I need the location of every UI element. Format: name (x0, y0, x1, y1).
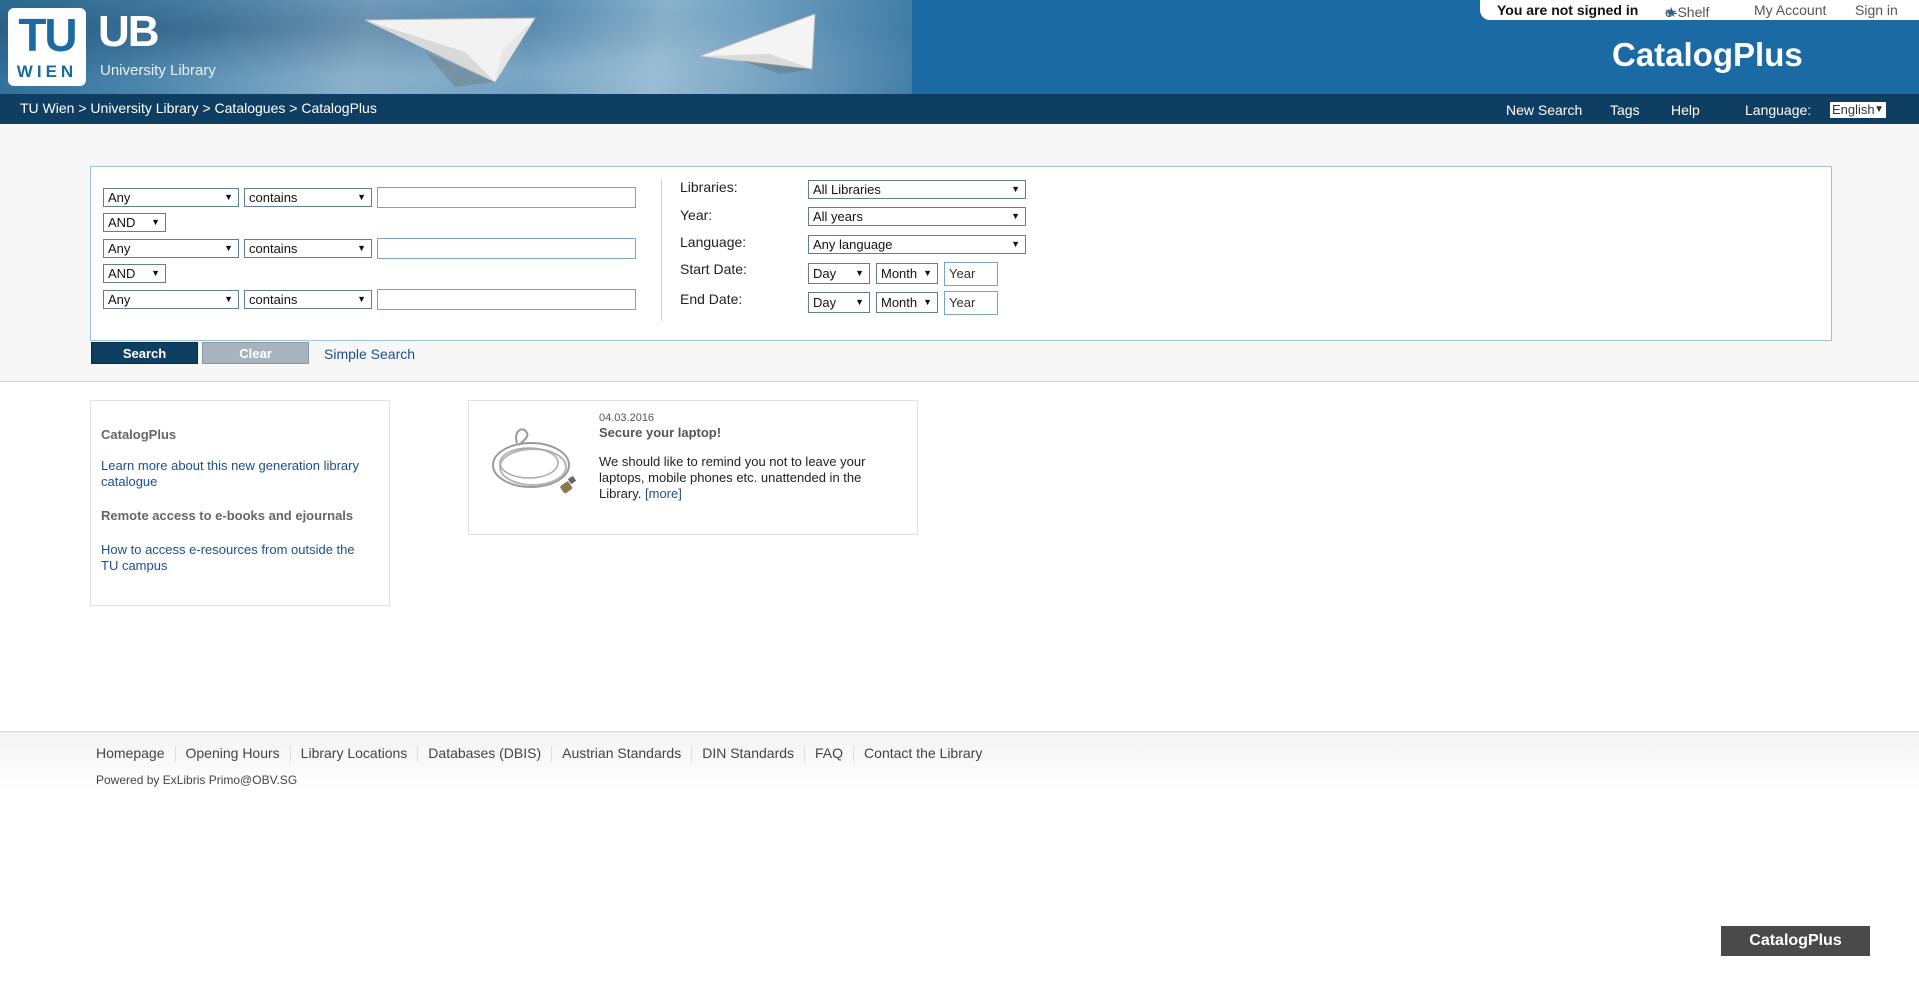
dropdown-arrow-icon: ▼ (923, 268, 932, 278)
dropdown-arrow-icon: ▼ (1011, 211, 1020, 221)
header: TU WIEN UB University Library You are no… (0, 0, 1919, 94)
sign-in-link[interactable]: Sign in (1855, 2, 1898, 18)
news-title: Secure your laptop! (599, 425, 722, 440)
dropdown-arrow-icon: ▼ (224, 243, 233, 253)
feedback-label-em: Feedback (1758, 962, 1833, 979)
search-term-input-1[interactable] (377, 187, 636, 208)
start-date-label: Start Date: (680, 261, 747, 277)
form-divider (661, 179, 662, 321)
language-label: Language: (1745, 102, 1812, 118)
search-field-select-2[interactable]: Any ▼ (103, 239, 239, 258)
footer-link-databases[interactable]: Databases (DBIS) (428, 745, 541, 761)
tags-link[interactable]: Tags (1610, 102, 1640, 118)
remote-access-link[interactable]: How to access e-resources from outside t… (101, 542, 371, 574)
footer-link-opening-hours[interactable]: Opening Hours (186, 745, 280, 761)
paper-plane-left-image (365, 17, 536, 87)
paper-plane-right-image (700, 14, 816, 74)
footer-link-austrian-standards[interactable]: Austrian Standards (562, 745, 681, 761)
footer-link-contact[interactable]: Contact the Library (864, 745, 982, 761)
breadcrumb-item-university-library[interactable]: University Library (90, 100, 198, 116)
advanced-search-form: Any ▼ contains ▼ AND ▼ Any ▼ contains ▼ AND ▼ … (90, 166, 1832, 341)
language-filter-label: Language: (680, 234, 747, 250)
ub-logo-text[interactable]: UB (98, 10, 160, 54)
dropdown-arrow-icon: ▼ (923, 297, 932, 307)
laptop-lock-cable-image (492, 428, 577, 494)
boolean-select-2[interactable]: AND ▼ (103, 264, 166, 283)
start-day-select[interactable]: Day ▼ (808, 263, 870, 284)
language-filter-select[interactable]: Any language ▼ (808, 235, 1026, 254)
navigation-bar: TU Wien > University Library > Catalogue… (0, 94, 1919, 124)
news-panel: 04.03.2016 Secure your laptop! We should… (468, 400, 918, 535)
sign-in-status: You are not signed in (1497, 2, 1639, 18)
user-bar: You are not signed in ★ e-Shelf My Accou… (1480, 0, 1919, 20)
info-panel: CatalogPlus Learn more about this new ge… (90, 400, 390, 606)
clear-button[interactable]: Clear (202, 342, 309, 364)
search-operator-select-2[interactable]: contains ▼ (244, 239, 372, 258)
dropdown-arrow-icon: ▼ (224, 192, 233, 202)
dropdown-arrow-icon: ▼ (357, 294, 366, 304)
breadcrumb-item-catalogplus[interactable]: CatalogPlus (301, 100, 377, 116)
learn-more-link[interactable]: Learn more about this new generation lib… (101, 458, 371, 490)
my-account-link[interactable]: My Account (1754, 2, 1826, 18)
news-more-link[interactable]: [more] (645, 486, 682, 501)
help-link[interactable]: Help (1671, 102, 1700, 118)
end-month-select[interactable]: Month ▼ (876, 292, 938, 313)
search-button[interactable]: Search (91, 342, 198, 364)
chevron-down-icon: ▼ (1874, 104, 1884, 115)
new-search-link[interactable]: New Search (1506, 102, 1582, 118)
breadcrumb-item-catalogues[interactable]: Catalogues (215, 100, 286, 116)
year-select[interactable]: All years ▼ (808, 207, 1026, 226)
dropdown-arrow-icon: ▼ (357, 192, 366, 202)
start-month-select[interactable]: Month ▼ (876, 263, 938, 284)
logo-wien-text: WIEN (16, 62, 78, 81)
libraries-select[interactable]: All Libraries ▼ (808, 180, 1026, 199)
search-operator-select-1[interactable]: contains ▼ (244, 188, 372, 207)
dropdown-arrow-icon: ▼ (357, 243, 366, 253)
powered-by-text: Powered by ExLibris Primo@OBV.SG (96, 773, 298, 787)
search-operator-select-3[interactable]: contains ▼ (244, 290, 372, 309)
start-year-input[interactable]: Year (944, 262, 998, 286)
info-heading-remote-access: Remote access to e-books and ejournals (101, 508, 354, 523)
libraries-label: Libraries: (680, 179, 738, 195)
app-title: CatalogPlus (1612, 36, 1803, 73)
eshelf-label: e-Shelf (1665, 4, 1710, 20)
tu-wien-logo[interactable]: TU WIEN (8, 8, 86, 86)
logo-tu-text: TU (18, 9, 77, 61)
end-date-label: End Date: (680, 291, 743, 307)
language-select-value: English (1832, 102, 1875, 117)
search-term-input-3[interactable] (377, 289, 636, 310)
feedback-button[interactable]: CatalogPlus Feedback (1721, 926, 1870, 979)
end-day-select[interactable]: Day ▼ (808, 292, 870, 313)
dropdown-arrow-icon: ▼ (855, 297, 864, 307)
info-heading-catalogplus: CatalogPlus (101, 427, 177, 442)
footer: Homepage Opening Hours Library Locations Da… (0, 731, 1919, 791)
ub-subtitle: University Library (100, 62, 216, 79)
breadcrumb-item-tu-wien[interactable]: TU Wien (20, 100, 74, 116)
footer-link-faq[interactable]: FAQ (815, 745, 843, 761)
footer-link-homepage[interactable]: Homepage (96, 745, 165, 761)
language-select[interactable]: English ▼ (1830, 102, 1886, 118)
news-body: We should like to remind you not to leav… (599, 454, 904, 502)
search-field-select-1[interactable]: Any ▼ (103, 188, 239, 207)
dropdown-arrow-icon: ▼ (151, 268, 160, 278)
news-date: 04.03.2016 (599, 412, 655, 424)
search-field-select-3[interactable]: Any ▼ (103, 290, 239, 309)
advanced-search-area: Any ▼ contains ▼ AND ▼ Any ▼ contains ▼ AND ▼ … (0, 124, 1919, 382)
dropdown-arrow-icon: ▼ (1011, 239, 1020, 249)
dropdown-arrow-icon: ▼ (151, 217, 160, 227)
dropdown-arrow-icon: ▼ (855, 268, 864, 278)
end-year-input[interactable]: Year (944, 291, 998, 315)
news-text: We should like to remind you not to leav… (599, 454, 866, 501)
year-label: Year: (680, 207, 713, 223)
footer-link-din-standards[interactable]: DIN Standards (702, 745, 794, 761)
search-term-input-2[interactable] (377, 238, 636, 259)
boolean-select-1[interactable]: AND ▼ (103, 213, 166, 232)
dropdown-arrow-icon: ▼ (224, 294, 233, 304)
footer-link-library-locations[interactable]: Library Locations (301, 745, 408, 761)
simple-search-link[interactable]: Simple Search (324, 346, 415, 362)
footer-links: Homepage Opening Hours Library Locations Da… (96, 745, 982, 763)
dropdown-arrow-icon: ▼ (1011, 184, 1020, 194)
feedback-label: CatalogPlus (1749, 932, 1842, 949)
breadcrumb: TU Wien > University Library > Catalogue… (20, 100, 377, 116)
